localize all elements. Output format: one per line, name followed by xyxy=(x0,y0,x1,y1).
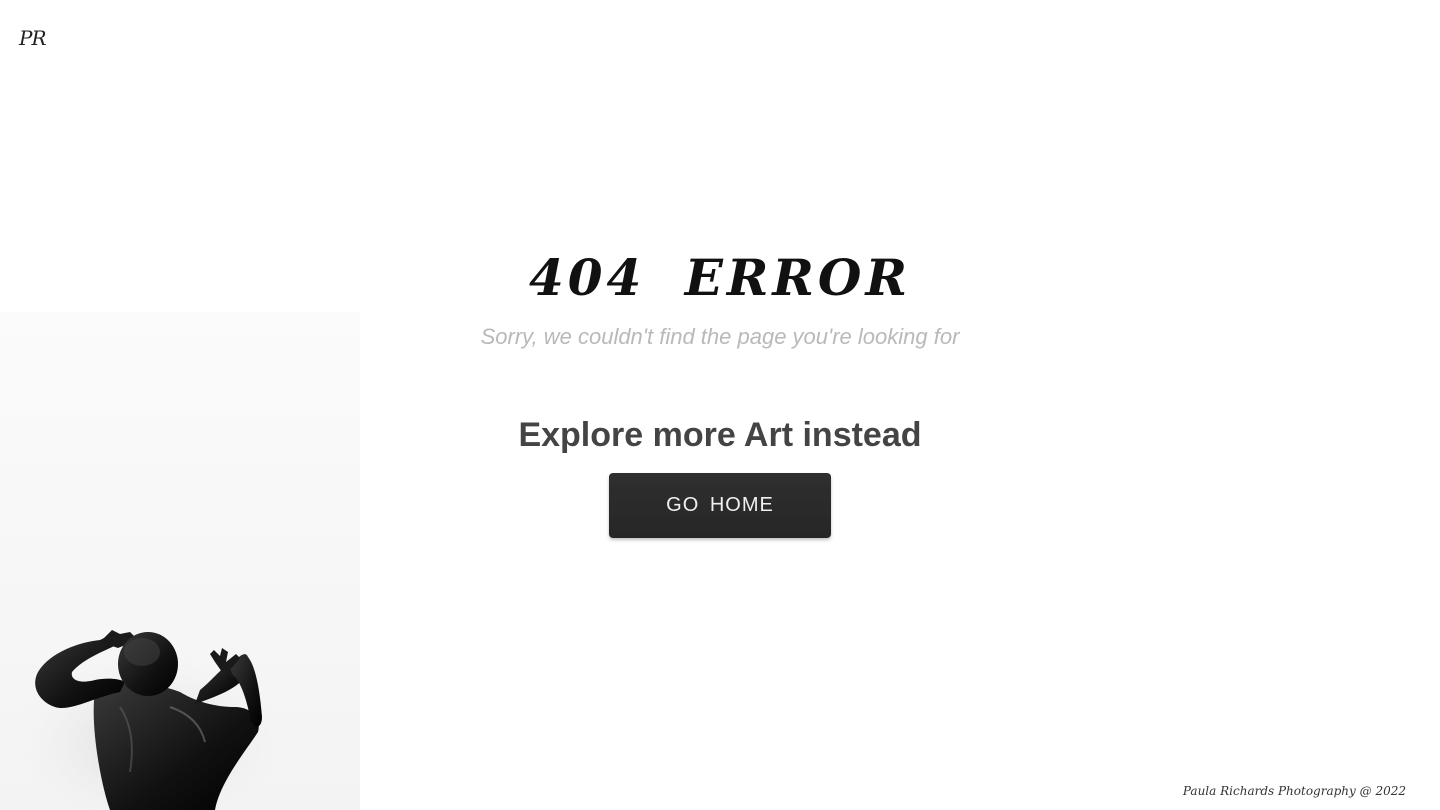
error-subtitle: Sorry, we couldn't find the page you're … xyxy=(480,324,960,349)
error-title: 404 ERROR xyxy=(528,248,912,307)
logo-link[interactable]: PR xyxy=(19,26,46,50)
explore-heading: Explore more Art instead xyxy=(518,416,922,454)
footer-copyright: Paula Richards Photography @ 2022 xyxy=(1182,784,1406,798)
page: PR 404 ERROR Sorry, we couldn't find the… xyxy=(0,0,1440,810)
hero-photo xyxy=(0,312,360,810)
figure-illustration xyxy=(10,630,290,810)
go-home-button[interactable]: GO HOME xyxy=(609,473,831,538)
